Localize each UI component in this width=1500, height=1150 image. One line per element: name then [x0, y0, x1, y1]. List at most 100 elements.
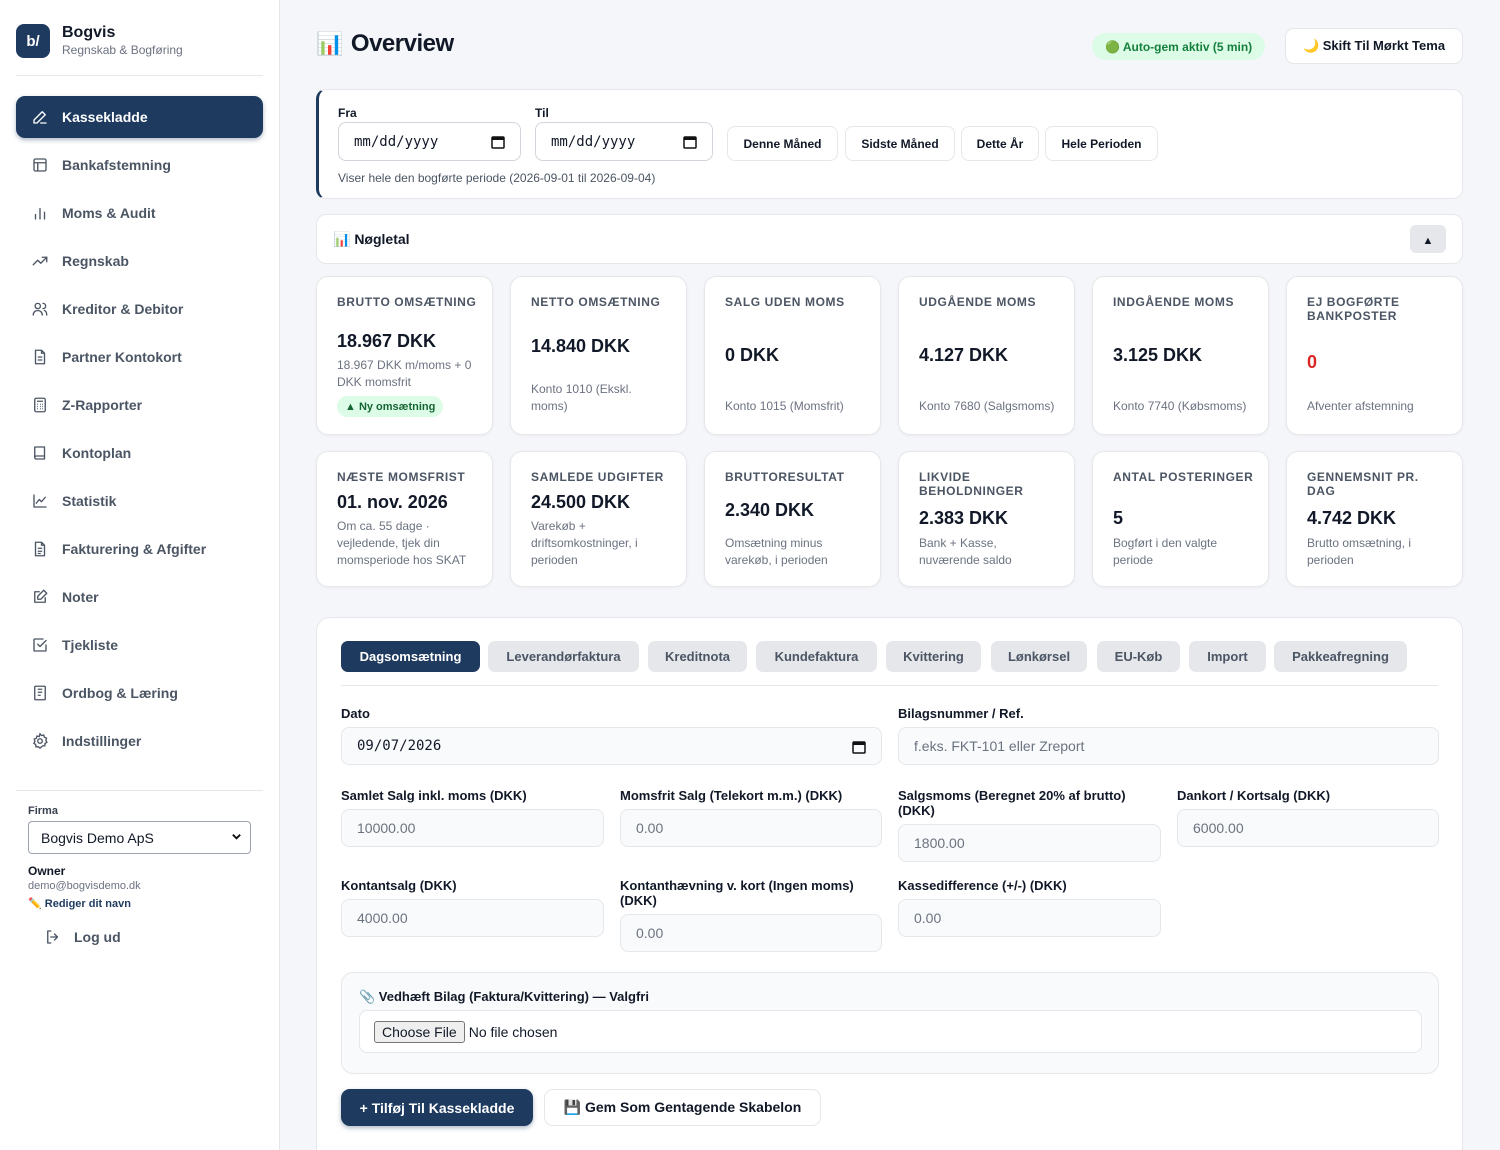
kpi-desc: Konto 1010 (Ekskl. moms) [531, 382, 632, 413]
kpi-title: Gennemsnit pr. dag [1307, 470, 1419, 498]
firma-selected: Bogvis Demo ApS [41, 829, 154, 846]
book-icon [34, 446, 46, 460]
this-year-button[interactable]: Dette År [961, 126, 1039, 161]
file-input[interactable]: Choose File No file chosen [359, 1010, 1422, 1053]
kpi-desc: 18.967 DKK m/moms + 0 DKK momsfrit [337, 358, 472, 389]
tab-dagsomsaetning[interactable]: Dagsomsætning [341, 641, 480, 672]
brand-tagline: Regnskab & Bogføring [62, 43, 183, 57]
vat-free-sales-label: Momsfrit Salg (Telekort m.m.) (DKK) [620, 788, 843, 803]
save-template-button[interactable]: 💾 Gem Som Gentagende Skabelon [544, 1089, 821, 1126]
kpi-card: Gennemsnit pr. dag 4.742 DKK Brutto omsæ… [1286, 451, 1463, 587]
tab-kreditnota[interactable]: Kreditnota [648, 641, 747, 672]
kpi-title: Likvide beholdninger [919, 470, 1024, 498]
sidebar-item-indstillinger[interactable]: Indstillinger [16, 720, 263, 762]
sidebar-item-label: Noter [62, 589, 99, 605]
kpi-value: 4.742 DKK [1307, 508, 1397, 528]
tab-kvittering[interactable]: Kvittering [886, 641, 981, 672]
firma-select[interactable]: Bogvis Demo ApS [28, 821, 251, 854]
sidebar-item-label: Kontoplan [62, 445, 132, 461]
sidebar-item-kontoplan[interactable]: Kontoplan [16, 432, 263, 474]
tab-eu-koeb[interactable]: EU-Køb [1097, 641, 1180, 672]
tab-import[interactable]: Import [1189, 641, 1266, 672]
tab-loenkoersel[interactable]: Lønkørsel [991, 641, 1087, 672]
card-sales-label: Dankort / Kortsalg (DKK) [1177, 788, 1331, 803]
total-sales-input[interactable]: 10000.00 [341, 809, 604, 847]
divider [16, 790, 263, 791]
sidebar-item-kassekladde[interactable]: Kassekladde [16, 96, 263, 138]
cash-sales-input[interactable]: 4000.00 [341, 899, 604, 937]
this-month-button[interactable]: Denne Måned [727, 126, 838, 161]
cash-difference-input[interactable]: 0.00 [898, 899, 1161, 937]
vat-free-sales-input[interactable]: 0.00 [620, 809, 882, 847]
sidebar-item-partner-kontokort[interactable]: Partner Kontokort [16, 336, 263, 378]
sidebar-item-noter[interactable]: Noter [16, 576, 263, 618]
choose-file-button[interactable]: Choose File [374, 1020, 465, 1043]
gear-icon [32, 732, 48, 750]
sidebar-item-bankafstemning[interactable]: Bankafstemning [16, 144, 263, 186]
kpi-desc: Konto 1015 (Momsfrit) [725, 399, 844, 413]
edit-name-link[interactable]: ✏️ Rediger dit navn [28, 897, 131, 910]
card-sales-input[interactable]: 6000.00 [1177, 809, 1439, 847]
kpi-card: Bruttoresultat 2.340 DKK Omsætning minus… [704, 451, 881, 587]
kpi-title: Salg uden moms [725, 295, 845, 309]
kpi-title: Antal posteringer [1113, 470, 1254, 484]
cash-withdrawal-input[interactable]: 0.00 [620, 914, 882, 952]
book-open-icon [34, 685, 46, 701]
attachment-panel: 📎 Vedhæft Bilag (Faktura/Kvittering) — V… [341, 972, 1439, 1074]
calendar-icon[interactable] [852, 740, 866, 754]
from-date-input[interactable]: mm/dd/yyyy [338, 122, 521, 161]
tab-kundefaktura[interactable]: Kundefaktura [756, 641, 877, 672]
sidebar-nav: Kassekladde Bankafstemning Moms & Audit … [16, 96, 263, 768]
kpi-title: Ej bogførte bankposter [1307, 295, 1400, 323]
kpi-section-title: 📊 Nøgletal [333, 231, 410, 247]
period-note: Viser hele den bogførte periode (2026-09… [338, 171, 656, 185]
sidebar-item-label: Partner Kontokort [62, 349, 182, 365]
kpi-desc: Om ca. 55 dage · vejledende, tjek din mo… [337, 519, 467, 567]
tab-pakkeafregning[interactable]: Pakkeafregning [1274, 641, 1407, 672]
sidebar-item-label: Z-Rapporter [62, 397, 143, 413]
tab-leverandoerfaktura[interactable]: Leverandørfaktura [488, 641, 639, 672]
sidebar-item-z-rapporter[interactable]: Z-Rapporter [16, 384, 263, 426]
whole-period-button[interactable]: Hele Perioden [1045, 126, 1158, 161]
chart-icon: 📊 [316, 31, 343, 56]
kpi-card: Brutto omsætning 18.967 DKK 18.967 DKK m… [316, 276, 493, 435]
date-input[interactable]: 09/07/2026 [341, 727, 882, 765]
kpi-value: 4.127 DKK [919, 345, 1009, 365]
sales-vat-label: Salgsmoms (Beregnet 20% af brutto) (DKK) [898, 788, 1126, 818]
kpi-desc: Brutto omsætning, i perioden [1307, 536, 1412, 567]
kpi-value: 0 [1307, 352, 1318, 372]
file-status: No file chosen [468, 1023, 558, 1040]
kpi-value: 2.340 DKK [725, 500, 815, 520]
logo: b/ [16, 24, 50, 58]
sidebar-item-label: Moms & Audit [62, 205, 156, 221]
kpi-title: Netto omsætning [531, 295, 661, 309]
sidebar-item-kreditor-debitor[interactable]: Kreditor & Debitor [16, 288, 263, 330]
calendar-icon[interactable] [491, 135, 505, 149]
last-month-button[interactable]: Sidste Måned [845, 126, 955, 161]
status-badge: ▲ Ny omsætning [337, 396, 444, 417]
theme-toggle-button[interactable]: 🌙 Skift Til Mørkt Tema [1285, 28, 1463, 64]
logout-button[interactable]: Log ud [44, 928, 121, 946]
kpi-card: Udgående moms 4.127 DKK Konto 7680 (Salg… [898, 276, 1075, 435]
sidebar-item-fakturering-afgifter[interactable]: Fakturering & Afgifter [16, 528, 263, 570]
date-label: Dato [341, 706, 370, 721]
sales-vat-input[interactable]: 1800.00 [898, 824, 1161, 862]
add-to-journal-button[interactable]: + Tilføj Til Kassekladde [341, 1089, 533, 1126]
sidebar-item-ordbog-laering[interactable]: Ordbog & Læring [16, 672, 263, 714]
sidebar-item-label: Kreditor & Debitor [62, 301, 184, 317]
sidebar-item-label: Ordbog & Læring [62, 685, 178, 701]
to-date-input[interactable]: mm/dd/yyyy [535, 122, 713, 161]
brand[interactable]: b/ Bogvis Regnskab & Bogføring [16, 24, 183, 58]
sidebar-item-regnskab[interactable]: Regnskab [16, 240, 263, 282]
reference-input[interactable]: f.eks. FKT-101 eller Zreport [898, 727, 1439, 765]
kpi-title: Næste momsfrist [337, 470, 466, 484]
kpi-value: 01. nov. 2026 [337, 492, 448, 512]
kpi-section-header: 📊 Nøgletal ▲ [316, 214, 1463, 264]
collapse-button[interactable]: ▲ [1410, 225, 1446, 253]
sidebar-item-tjekliste[interactable]: Tjekliste [16, 624, 263, 666]
calendar-icon[interactable] [683, 135, 697, 149]
sidebar-item-label: Indstillinger [62, 733, 142, 749]
kpi-desc: Bank + Kasse, nuværende saldo [919, 536, 1012, 567]
sidebar-item-moms-audit[interactable]: Moms & Audit [16, 192, 263, 234]
sidebar-item-statistik[interactable]: Statistik [16, 480, 263, 522]
